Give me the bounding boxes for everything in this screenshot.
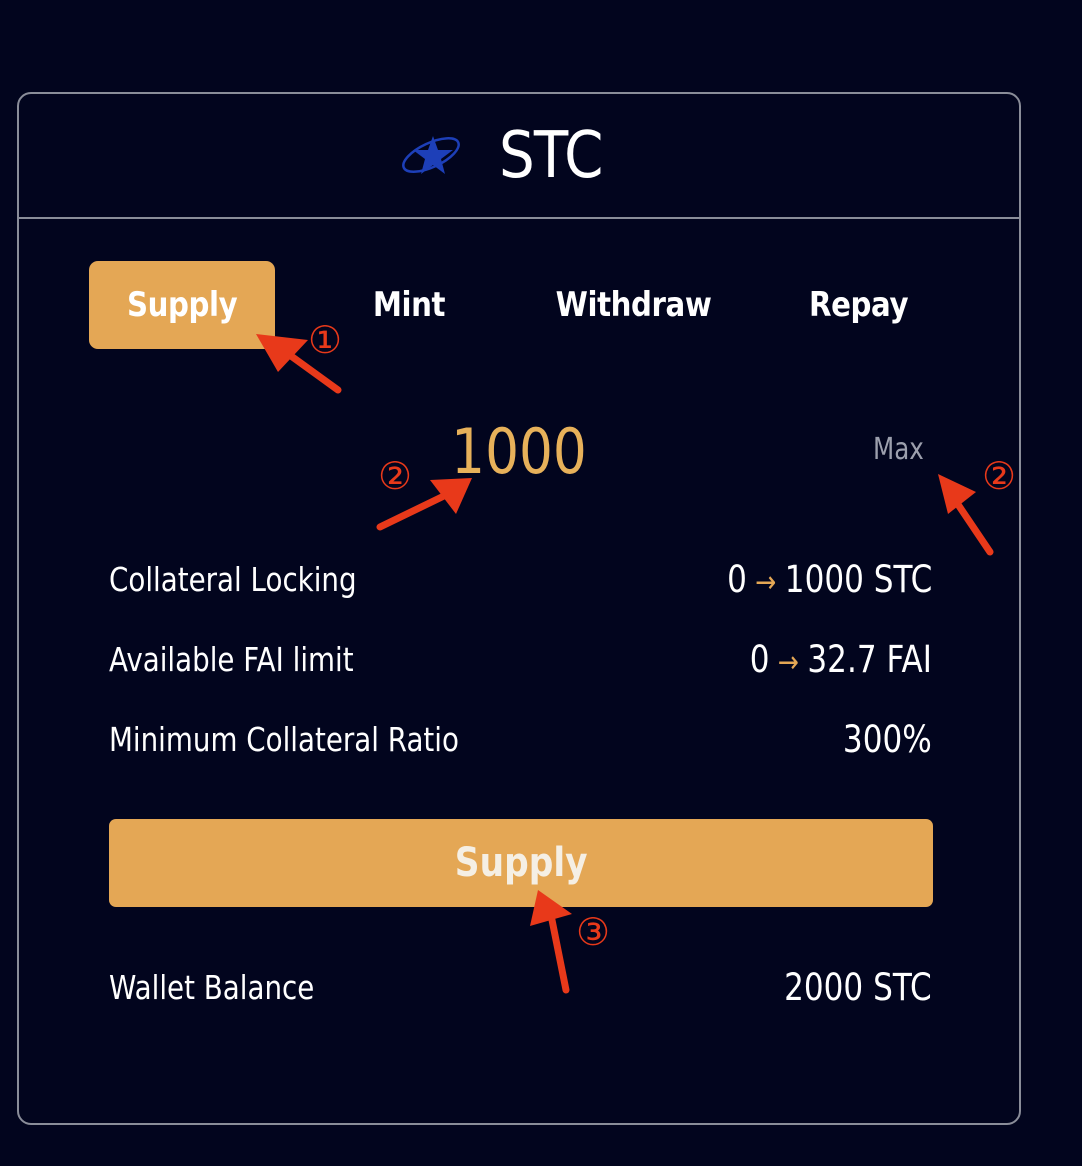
available-fai-limit-label: Available FAI limit [109,640,354,679]
available-fai-limit-value: 0 → 32.7 FAI [749,638,932,681]
wallet-balance-label: Wallet Balance [109,968,315,1007]
available-fai-limit-row: Available FAI limit 0 → 32.7 FAI [109,635,932,685]
tab-withdraw[interactable]: Withdraw [539,261,729,349]
token-title: STC [499,119,603,193]
collateral-locking-label: Collateral Locking [109,560,357,599]
tab-mint[interactable]: Mint [319,261,499,349]
annotation-step-1: ① [308,318,343,362]
min-collateral-ratio-row: Minimum Collateral Ratio 300% [109,715,932,765]
annotation-step-3: ③ [576,910,611,954]
min-collateral-ratio-value: 300% [843,718,932,761]
tab-supply[interactable]: Supply [89,261,275,349]
annotation-step-2a: ② [378,454,413,498]
star-orbit-logo-icon [402,136,460,174]
collateral-locking-row: Collateral Locking 0 → 1000 STC [109,555,932,605]
tab-repay[interactable]: Repay [769,261,949,349]
arrow-right-icon: → [754,565,777,600]
wallet-balance-row: Wallet Balance 2000 STC [109,963,932,1013]
supply-button[interactable]: Supply [109,819,933,907]
wallet-balance-value: 2000 STC [784,966,932,1009]
annotation-step-2b: ② [982,454,1017,498]
card-header: STC [19,94,1019,219]
max-button[interactable]: Max [873,432,935,467]
supply-card: STC Supply Mint Withdraw Repay Max Colla… [17,92,1021,1125]
min-collateral-ratio-label: Minimum Collateral Ratio [109,720,459,759]
arrow-right-icon: → [777,645,800,680]
collateral-locking-value: 0 → 1000 STC [726,558,932,601]
